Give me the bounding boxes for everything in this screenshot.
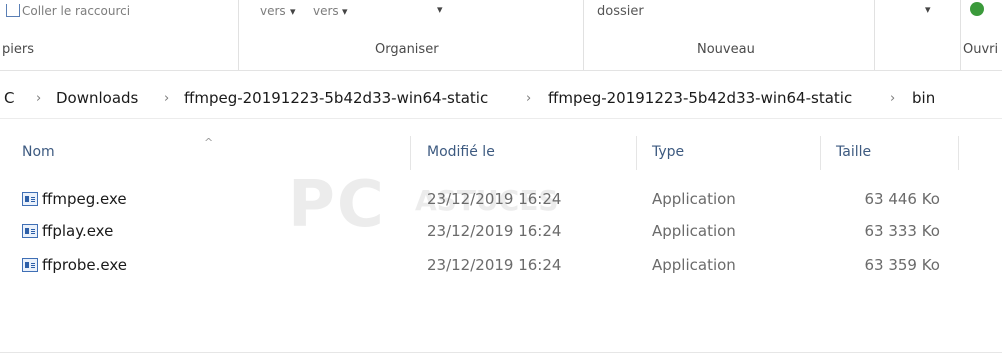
status-divider bbox=[0, 352, 1002, 353]
file-size: 63 333 Ko bbox=[864, 222, 940, 240]
file-row[interactable]: ffplay.exe 23/12/2019 16:24 Application … bbox=[0, 216, 1002, 250]
breadcrumb-item-ffmpeg-folder[interactable]: ffmpeg-20191223-5b42d33-win64-static bbox=[548, 89, 852, 107]
ribbon-divider bbox=[583, 0, 584, 70]
column-header-modified[interactable]: Modifié le bbox=[427, 144, 495, 160]
ribbon: Coller le raccourci vers ▾ vers ▾ ▾ doss… bbox=[0, 0, 1002, 71]
file-name[interactable]: ffmpeg.exe bbox=[42, 190, 127, 208]
breadcrumb[interactable]: C › Downloads › ffmpeg-20191223-5b42d33-… bbox=[0, 80, 1002, 119]
column-header-type[interactable]: Type bbox=[652, 144, 684, 160]
paste-shortcut-icon bbox=[6, 4, 20, 17]
column-header-row: ^ Nom Modifié le Type Taille bbox=[0, 136, 1002, 170]
column-divider[interactable] bbox=[820, 136, 821, 170]
delete-dropdown-icon[interactable]: ▾ bbox=[437, 3, 443, 16]
file-type: Application bbox=[652, 222, 736, 240]
breadcrumb-item-bin[interactable]: bin bbox=[912, 89, 935, 107]
ribbon-divider bbox=[960, 0, 961, 70]
breadcrumb-item-root[interactable]: C bbox=[4, 89, 14, 107]
file-row[interactable]: ffmpeg.exe 23/12/2019 16:24 Application … bbox=[0, 184, 1002, 218]
chevron-right-icon: › bbox=[890, 91, 896, 106]
breadcrumb-item-ffmpeg-archive[interactable]: ffmpeg-20191223-5b42d33-win64-static bbox=[184, 89, 488, 107]
file-size: 63 359 Ko bbox=[864, 256, 940, 274]
ribbon-divider bbox=[874, 0, 875, 70]
breadcrumb-item-downloads[interactable]: Downloads bbox=[56, 89, 138, 107]
new-group-label: Nouveau bbox=[697, 42, 755, 57]
file-modified: 23/12/2019 16:24 bbox=[427, 222, 562, 240]
move-to-dropdown-icon[interactable]: ▾ bbox=[290, 5, 296, 18]
ribbon-divider bbox=[238, 0, 239, 70]
file-type: Application bbox=[652, 190, 736, 208]
organise-group-label: Organiser bbox=[375, 42, 439, 57]
application-icon bbox=[22, 258, 38, 272]
chevron-right-icon: › bbox=[164, 91, 170, 106]
chevron-right-icon: › bbox=[526, 91, 532, 106]
application-icon bbox=[22, 192, 38, 206]
open-group-label: Ouvri bbox=[963, 42, 999, 57]
file-name[interactable]: ffprobe.exe bbox=[42, 256, 127, 274]
copy-to-button[interactable]: vers bbox=[313, 4, 339, 18]
clipboard-group-label: piers bbox=[2, 42, 34, 57]
paste-shortcut-button[interactable]: Coller le raccourci bbox=[22, 4, 130, 18]
column-header-size[interactable]: Taille bbox=[836, 144, 871, 160]
new-folder-button[interactable]: dossier bbox=[597, 4, 644, 19]
file-modified: 23/12/2019 16:24 bbox=[427, 256, 562, 274]
open-icon[interactable] bbox=[970, 2, 984, 16]
new-item-dropdown-icon[interactable]: ▾ bbox=[925, 3, 931, 16]
chevron-right-icon: › bbox=[36, 91, 42, 106]
application-icon bbox=[22, 224, 38, 238]
sort-ascending-icon: ^ bbox=[204, 136, 214, 149]
column-divider[interactable] bbox=[958, 136, 959, 170]
column-header-name[interactable]: Nom bbox=[22, 144, 55, 160]
column-divider[interactable] bbox=[636, 136, 637, 170]
file-modified: 23/12/2019 16:24 bbox=[427, 190, 562, 208]
move-to-button[interactable]: vers bbox=[260, 4, 286, 18]
copy-to-dropdown-icon[interactable]: ▾ bbox=[342, 5, 348, 18]
file-size: 63 446 Ko bbox=[864, 190, 940, 208]
file-type: Application bbox=[652, 256, 736, 274]
file-row[interactable]: ffprobe.exe 23/12/2019 16:24 Application… bbox=[0, 250, 1002, 284]
ribbon-commands: Coller le raccourci vers ▾ vers ▾ ▾ doss… bbox=[0, 0, 1002, 34]
file-name[interactable]: ffplay.exe bbox=[42, 222, 113, 240]
column-divider[interactable] bbox=[410, 136, 411, 170]
